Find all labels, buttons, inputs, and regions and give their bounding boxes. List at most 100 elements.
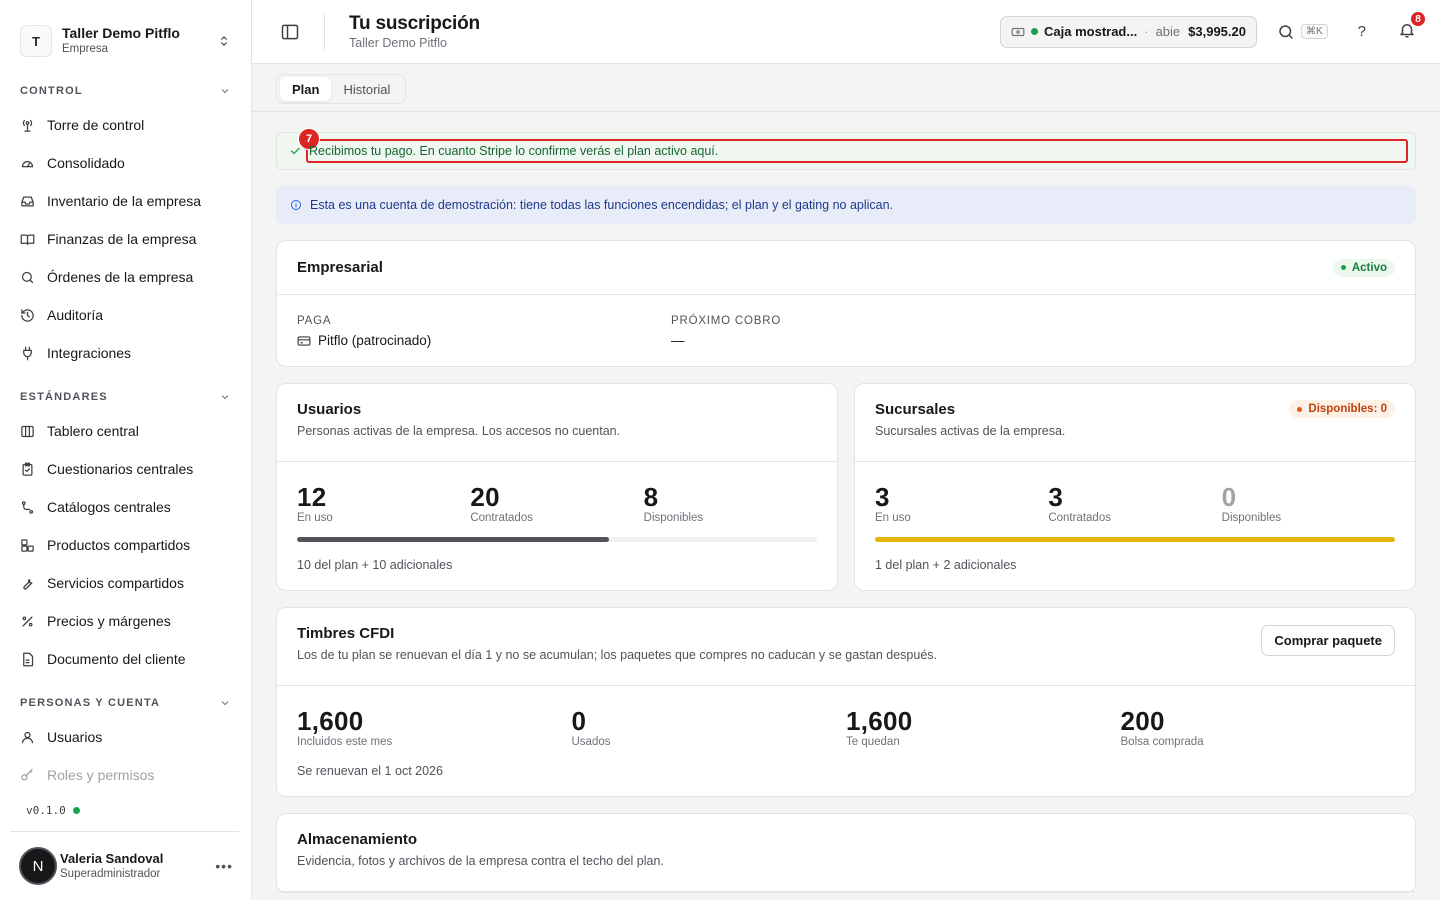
main-content: Tu suscripción Taller Demo Pitflo Caja m…	[252, 0, 1440, 900]
notifications-button[interactable]: 8	[1398, 11, 1426, 42]
info-message: Esta es una cuenta de demostración: tien…	[310, 198, 894, 212]
stat-label: Usados	[571, 736, 611, 748]
org-switcher[interactable]: T Taller Demo Pitflo Empresa	[0, 0, 251, 64]
buy-package-button[interactable]: Comprar paquete	[1261, 625, 1395, 656]
stat-remaining: 1,600 Te quedan	[846, 706, 1121, 748]
cfdi-card: Timbres CFDI Los de tu plan se renuevan …	[276, 607, 1416, 797]
stat-value: 0	[1221, 482, 1237, 512]
users-usage-fill	[297, 537, 609, 542]
stat-contracted: 20 Contratados	[470, 482, 643, 524]
sidebar-item-label: Integraciones	[47, 345, 132, 361]
cash-separator: ·	[1144, 24, 1149, 39]
stat-label: Disponibles	[643, 512, 704, 524]
percent-icon	[22, 616, 33, 626]
search-button[interactable]: ⌘K	[1277, 23, 1328, 41]
payment-success-alert: Recibimos tu pago. En cuanto Stripe lo c…	[276, 128, 1416, 170]
sidebar-item-integraciones[interactable]: Integraciones	[0, 334, 251, 372]
status-dot	[72, 807, 80, 814]
users-note: 10 del plan + 10 adicionales	[297, 558, 453, 572]
sidebar-item-torre[interactable]: Torre de control	[0, 106, 251, 144]
tab-historial[interactable]: Historial	[331, 77, 402, 101]
sidebar-item-servicios[interactable]: Servicios compartidos	[0, 564, 251, 602]
sidebar-item-auditoria[interactable]: Auditoría	[0, 296, 251, 334]
stat-purchased: 200 Bolsa comprada	[1121, 706, 1396, 748]
branches-title: Sucursales	[875, 401, 956, 418]
plan-card: Empresarial Activo PAGA Pitflo (patrocin…	[276, 240, 1416, 367]
users-card: Usuarios Personas activas de la empresa.…	[276, 383, 838, 591]
user-role: Superadministrador	[60, 867, 161, 880]
branches-desc: Sucursales activas de la empresa.	[875, 424, 1066, 438]
sidebar-item-label: Finanzas de la empresa	[47, 231, 197, 247]
plan-name: Empresarial	[297, 258, 383, 276]
stat-label: Bolsa comprada	[1120, 736, 1204, 748]
sidebar-item-roles[interactable]: Roles y permisos	[0, 756, 251, 794]
badge-label: Disponibles: 0	[1308, 403, 1387, 415]
plug-icon	[23, 346, 32, 360]
page-title: Tu suscripción	[349, 12, 480, 34]
stat-value: 0	[571, 706, 587, 736]
sidebar: T Taller Demo Pitflo Empresa CONTROL Tor…	[0, 0, 252, 900]
availability-badge: Disponibles: 0	[1289, 400, 1395, 418]
more-icon[interactable]: •••	[215, 858, 233, 874]
info-icon	[291, 200, 301, 210]
org-name: Taller Demo Pitflo	[62, 25, 180, 41]
storage-card: Almacenamiento Evidencia, fotos y archiv…	[276, 813, 1416, 893]
sidebar-item-consolidado[interactable]: Consolidado	[0, 144, 251, 182]
sidebar-item-label: Tablero central	[47, 423, 139, 439]
shortcut-hint: ⌘K	[1300, 24, 1328, 39]
sidebar-toggle-icon[interactable]	[280, 22, 300, 42]
section-title: ESTÁNDARES	[20, 391, 108, 403]
sidebar-item-precios[interactable]: Precios y márgenes	[0, 602, 251, 640]
chevron-down-icon	[221, 701, 229, 706]
sidebar-item-tablero[interactable]: Tablero central	[0, 412, 251, 450]
book-open-icon	[20, 234, 35, 245]
sidebar-item-ordenes[interactable]: Órdenes de la empresa	[0, 258, 251, 296]
section-personas-header[interactable]: PERSONAS Y CUENTA	[0, 694, 251, 712]
sidebar-item-finanzas[interactable]: Finanzas de la empresa	[0, 220, 251, 258]
radio-tower-icon	[22, 119, 33, 132]
cfdi-note: Se renuevan el 1 oct 2026	[297, 764, 443, 778]
section-control-header[interactable]: CONTROL	[0, 82, 251, 100]
sidebar-item-inventario[interactable]: Inventario de la empresa	[0, 182, 251, 220]
sidebar-item-productos[interactable]: Productos compartidos	[0, 526, 251, 564]
inbox-icon	[21, 196, 34, 206]
cfdi-title: Timbres CFDI	[297, 625, 395, 642]
cash-state: abie	[1155, 24, 1181, 39]
tab-list: Plan Historial	[276, 74, 407, 104]
section-estandares-header[interactable]: ESTÁNDARES	[0, 388, 251, 406]
sidebar-item-catalogos[interactable]: Catálogos centrales	[0, 488, 251, 526]
stat-included: 1,600 Incluidos este mes	[297, 706, 572, 748]
section-title: CONTROL	[20, 85, 83, 97]
sidebar-item-documento[interactable]: Documento del cliente	[0, 640, 251, 678]
help-button[interactable]: ?	[1358, 23, 1366, 40]
version-label: v0.1.0	[26, 804, 66, 817]
sidebar-item-usuarios[interactable]: Usuarios	[0, 718, 251, 756]
stat-value: 3	[875, 482, 890, 512]
stat-in-use: 12 En uso	[297, 482, 470, 524]
notification-count: 8	[1410, 11, 1426, 27]
sidebar-item-label: Productos compartidos	[47, 537, 191, 553]
sidebar-item-label: Inventario de la empresa	[47, 193, 202, 209]
org-avatar: T	[20, 25, 52, 57]
user-icon	[21, 731, 34, 743]
stat-contracted: 3 Contratados	[1048, 482, 1221, 524]
sidebar-item-cuestionarios[interactable]: Cuestionarios centrales	[0, 450, 251, 488]
branches-usage-bar	[875, 537, 1395, 542]
chevrons-up-down-icon	[221, 36, 227, 46]
section-title: PERSONAS Y CUENTA	[20, 697, 161, 709]
stat-label: Contratados	[1048, 512, 1111, 524]
stat-value: 20	[470, 482, 500, 512]
sidebar-item-label: Servicios compartidos	[47, 575, 184, 591]
boxes-icon	[21, 538, 34, 552]
chevron-down-icon	[221, 89, 229, 94]
chevron-down-icon	[221, 395, 229, 400]
stat-value: 200	[1120, 706, 1165, 736]
user-menu[interactable]: N Valeria Sandoval Superadministrador ••…	[10, 831, 239, 900]
stat-in-use: 3 En uso	[875, 482, 1048, 524]
stat-label: Te quedan	[846, 736, 900, 748]
cash-register-selector[interactable]: Caja mostrad... · abie $3,995.20	[1000, 15, 1257, 48]
page-subtitle: Taller Demo Pitflo	[349, 35, 447, 50]
cash-icon	[1011, 27, 1025, 36]
gauge-icon	[21, 160, 34, 167]
tab-plan[interactable]: Plan	[280, 77, 332, 101]
